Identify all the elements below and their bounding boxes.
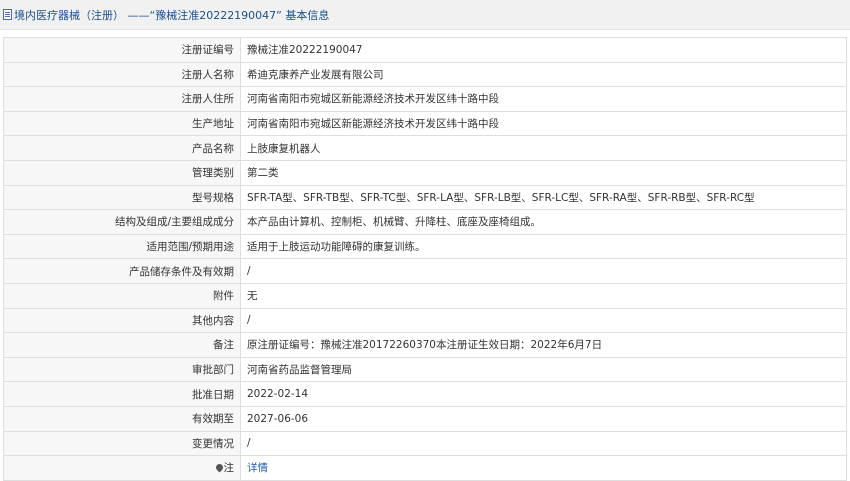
table-row: 备注 原注册证编号：豫械注准20172260370本注册证生效日期：2022年6月… xyxy=(3,332,847,358)
row-label: 其他内容 xyxy=(3,307,241,334)
pin-icon xyxy=(214,462,224,473)
row-value: 原注册证编号：豫械注准20172260370本注册证生效日期：2022年6月7日 xyxy=(240,332,847,358)
row-value: 无 xyxy=(240,282,847,309)
row-label: 生产地址 xyxy=(3,110,241,137)
row-label: 注册人名称 xyxy=(3,61,241,88)
row-value: 2027-06-06 xyxy=(240,405,847,432)
row-label: 管理类别 xyxy=(3,159,241,186)
info-table: 注册证编号 豫械注准20222190047 注册人名称 希迪克康养产业发展有限公司 注册… xyxy=(3,37,847,481)
row-label: 审批部门 xyxy=(3,356,241,383)
details-link[interactable]: 详情 xyxy=(247,462,268,474)
row-label: 注 xyxy=(3,455,241,481)
row-value: 详情 xyxy=(240,455,847,481)
table-row: 有效期至 2027-06-06 xyxy=(3,405,847,432)
table-row: 审批部门 河南省药品监督管理局 xyxy=(3,356,847,383)
table-row: 其他内容 / xyxy=(3,307,847,334)
info-table-body: 注册证编号 豫械注准20222190047 注册人名称 希迪克康养产业发展有限公司 注册… xyxy=(3,37,847,457)
row-value: 河南省南阳市宛城区新能源经济技术开发区纬十路中段 xyxy=(240,86,847,112)
row-value: / xyxy=(240,258,847,284)
row-label: 变更情况 xyxy=(3,430,241,457)
table-row-note: 注 详情 xyxy=(3,455,847,481)
page-title: 境内医疗器械（注册） ——“豫械注准20222190047” 基本信息 xyxy=(14,8,330,22)
table-row: 产品名称 上肢康复机器人 xyxy=(3,135,847,161)
title-bar: 境内医疗器械（注册） ——“豫械注准20222190047” 基本信息 xyxy=(0,0,850,30)
table-row: 适用范围/预期用途 适用于上肢运动功能障碍的康复训练。 xyxy=(3,233,847,260)
row-value: / xyxy=(240,430,847,457)
row-value: 第二类 xyxy=(240,159,847,186)
table-row: 批准日期 2022-02-14 xyxy=(3,381,847,407)
info-table-container: 注册证编号 豫械注准20222190047 注册人名称 希迪克康养产业发展有限公司 注册… xyxy=(3,37,847,481)
note-row-body: 注 详情 xyxy=(3,455,847,481)
row-label: 注册证编号 xyxy=(3,37,241,63)
note-label: 注 xyxy=(223,462,235,475)
table-row: 型号规格 SFR-TA型、SFR-TB型、SFR-TC型、SFR-LA型、SFR-… xyxy=(3,184,847,211)
table-row: 附件无 xyxy=(3,282,847,309)
table-row: 产品储存条件及有效期 / xyxy=(3,258,847,284)
row-value: 河南省南阳市宛城区新能源经济技术开发区纬十路中段 xyxy=(240,110,847,137)
row-value: 适用于上肢运动功能障碍的康复训练。 xyxy=(240,233,847,260)
row-label: 备注 xyxy=(3,332,241,358)
row-label: 结构及组成/主要组成成分 xyxy=(3,209,241,235)
row-label: 有效期至 xyxy=(3,405,241,432)
table-row: 注册人住所 河南省南阳市宛城区新能源经济技术开发区纬十路中段 xyxy=(3,86,847,112)
table-row: 变更情况 / xyxy=(3,430,847,457)
row-label: 适用范围/预期用途 xyxy=(3,233,241,260)
row-label: 产品名称 xyxy=(3,135,241,161)
row-value: 希迪克康养产业发展有限公司 xyxy=(240,61,847,88)
row-label: 型号规格 xyxy=(3,184,241,211)
row-label: 批准日期 xyxy=(3,381,241,407)
table-row: 生产地址 河南省南阳市宛城区新能源经济技术开发区纬十路中段 xyxy=(3,110,847,137)
table-row: 注册人名称 希迪克康养产业发展有限公司 xyxy=(3,61,847,88)
row-value: SFR-TA型、SFR-TB型、SFR-TC型、SFR-LA型、SFR-LB型、… xyxy=(240,184,847,211)
table-row: 注册证编号 豫械注准20222190047 xyxy=(3,37,847,63)
row-value: 本产品由计算机、控制柜、机械臂、升降柱、底座及座椅组成。 xyxy=(240,209,847,235)
row-value: / xyxy=(240,307,847,334)
row-label: 附件 xyxy=(3,282,241,309)
row-value: 上肢康复机器人 xyxy=(240,135,847,161)
row-value: 河南省药品监督管理局 xyxy=(240,356,847,383)
row-label: 注册人住所 xyxy=(3,86,241,112)
row-value: 2022-02-14 xyxy=(240,381,847,407)
row-label: 产品储存条件及有效期 xyxy=(3,258,241,284)
row-value: 豫械注准20222190047 xyxy=(240,37,847,63)
document-icon xyxy=(3,9,12,20)
table-row: 管理类别 第二类 xyxy=(3,159,847,186)
table-row: 结构及组成/主要组成成分 本产品由计算机、控制柜、机械臂、升降柱、底座及座椅组成。 xyxy=(3,209,847,235)
